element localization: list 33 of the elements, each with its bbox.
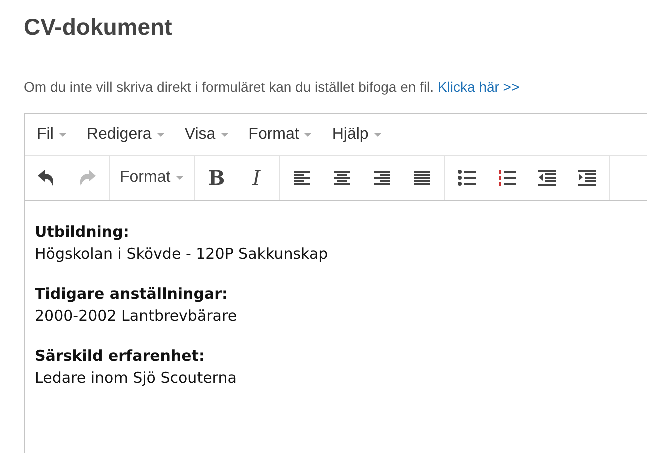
align-lines-icon xyxy=(414,171,430,185)
caret-icon xyxy=(156,132,165,136)
caret-icon xyxy=(176,176,184,180)
menu-item[interactable]: Fil xyxy=(29,126,75,144)
align-lines-icon xyxy=(374,171,390,185)
caret-icon xyxy=(374,132,382,136)
intro-text: Om du inte vill skriva direkt i formuläret kan du istället bifoga en fil. Klicka här >> xyxy=(24,79,521,95)
indent-arrow-icon xyxy=(538,170,556,186)
caret-icon xyxy=(58,132,67,136)
section-text: Högskolan i Skövde - 120P Sakkunskap xyxy=(35,244,330,265)
section-text: 2000-2002 Lantbrevbärare xyxy=(35,306,238,327)
menu-item[interactable]: Format xyxy=(240,126,320,144)
indent-arrow-icon xyxy=(578,170,596,186)
bullet-list-icon xyxy=(458,170,476,186)
redo-arrow-icon xyxy=(78,170,96,186)
menu-item[interactable]: Redigera xyxy=(78,126,173,144)
bold-button[interactable]: B xyxy=(196,161,237,195)
caret-icon xyxy=(304,132,312,136)
page-title: CV-dokument xyxy=(24,14,174,41)
numbered-list-icon xyxy=(498,170,516,186)
section-heading: Utbildning: xyxy=(35,222,130,243)
menu-item[interactable]: Visa xyxy=(176,126,237,144)
align-lines-icon xyxy=(334,171,350,185)
caret-icon xyxy=(220,132,229,136)
section-heading: Särskild erfarenhet: xyxy=(35,346,206,367)
attach-link[interactable]: Klicka här >> xyxy=(438,79,520,95)
section-text: Ledare inom Sjö Scouterna xyxy=(35,368,238,389)
menu-item[interactable]: Hjälp xyxy=(324,126,390,144)
section-heading: Tidigare anställningar: xyxy=(35,284,229,305)
align-lines-icon xyxy=(294,171,310,185)
italic-button[interactable]: I xyxy=(236,161,277,195)
undo-arrow-icon xyxy=(38,170,56,186)
format-dropdown[interactable]: Format xyxy=(112,161,192,195)
